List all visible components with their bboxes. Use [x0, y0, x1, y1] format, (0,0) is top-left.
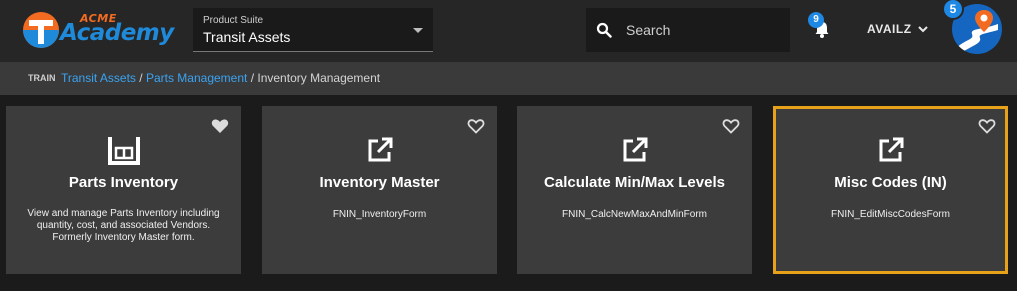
- favorite-heart-icon[interactable]: [722, 118, 740, 134]
- search-input[interactable]: [626, 20, 776, 40]
- notification-count-badge: 9: [808, 12, 824, 28]
- breadcrumb-separator: /: [139, 71, 143, 85]
- external-link-icon: [368, 137, 392, 162]
- logo-academy-text: Academy: [60, 20, 174, 46]
- acme-academy-logo[interactable]: ACME Academy: [22, 10, 182, 52]
- breadcrumb-current: Inventory Management: [257, 71, 381, 85]
- favorite-heart-icon[interactable]: [978, 118, 996, 134]
- product-suite-label: Product Suite: [203, 15, 264, 26]
- warehouse-icon: [107, 137, 140, 165]
- search-icon: [596, 22, 612, 38]
- favorite-heart-icon[interactable]: [467, 118, 485, 134]
- chevron-down-icon[interactable]: [917, 24, 929, 34]
- logo-mark-icon: [23, 12, 59, 48]
- notifications-button[interactable]: 9: [808, 12, 836, 42]
- card-title: Inventory Master: [319, 174, 440, 191]
- breadcrumb: Transit Assets / Parts Management / Inve…: [61, 71, 380, 85]
- card-title: Misc Codes (IN): [834, 174, 947, 191]
- top-bar: ACME Academy Product Suite Transit Asset…: [0, 0, 1017, 62]
- external-link-icon: [623, 137, 647, 162]
- search-box[interactable]: [586, 8, 790, 52]
- card-title: Parts Inventory: [68, 174, 179, 191]
- external-link-icon: [879, 137, 903, 162]
- environment-label: TRAIN: [28, 73, 56, 83]
- favorite-heart-filled-icon[interactable]: [211, 118, 229, 134]
- card-misc-codes[interactable]: Misc Codes (IN) FNIN_EditMiscCodesForm: [773, 106, 1008, 274]
- user-menu-button[interactable]: AVAILZ: [867, 22, 912, 36]
- card-parts-inventory[interactable]: Parts Inventory View and manage Parts In…: [6, 106, 241, 274]
- card-description: View and manage Parts Inventory includin…: [27, 208, 220, 243]
- card-calculate-min-max-levels[interactable]: Calculate Min/Max Levels FNIN_CalcNewMax…: [517, 106, 752, 274]
- dropdown-caret-icon: [413, 28, 423, 33]
- card-form-name: FNIN_EditMiscCodesForm: [831, 209, 950, 220]
- product-suite-value: Transit Assets: [203, 29, 291, 45]
- card-title: Calculate Min/Max Levels: [544, 174, 725, 191]
- product-suite-select[interactable]: Product Suite Transit Assets: [193, 8, 433, 52]
- breadcrumb-parts-management[interactable]: Parts Management: [146, 71, 247, 85]
- breadcrumb-separator: /: [250, 71, 255, 85]
- card-inventory-master[interactable]: Inventory Master FNIN_InventoryForm: [262, 106, 497, 274]
- card-form-name: FNIN_CalcNewMaxAndMinForm: [561, 209, 708, 220]
- breadcrumb-transit-assets[interactable]: Transit Assets: [61, 71, 136, 85]
- breadcrumb-bar: TRAIN Transit Assets / Parts Management …: [0, 62, 1017, 95]
- card-form-name: FNIN_InventoryForm: [332, 209, 427, 220]
